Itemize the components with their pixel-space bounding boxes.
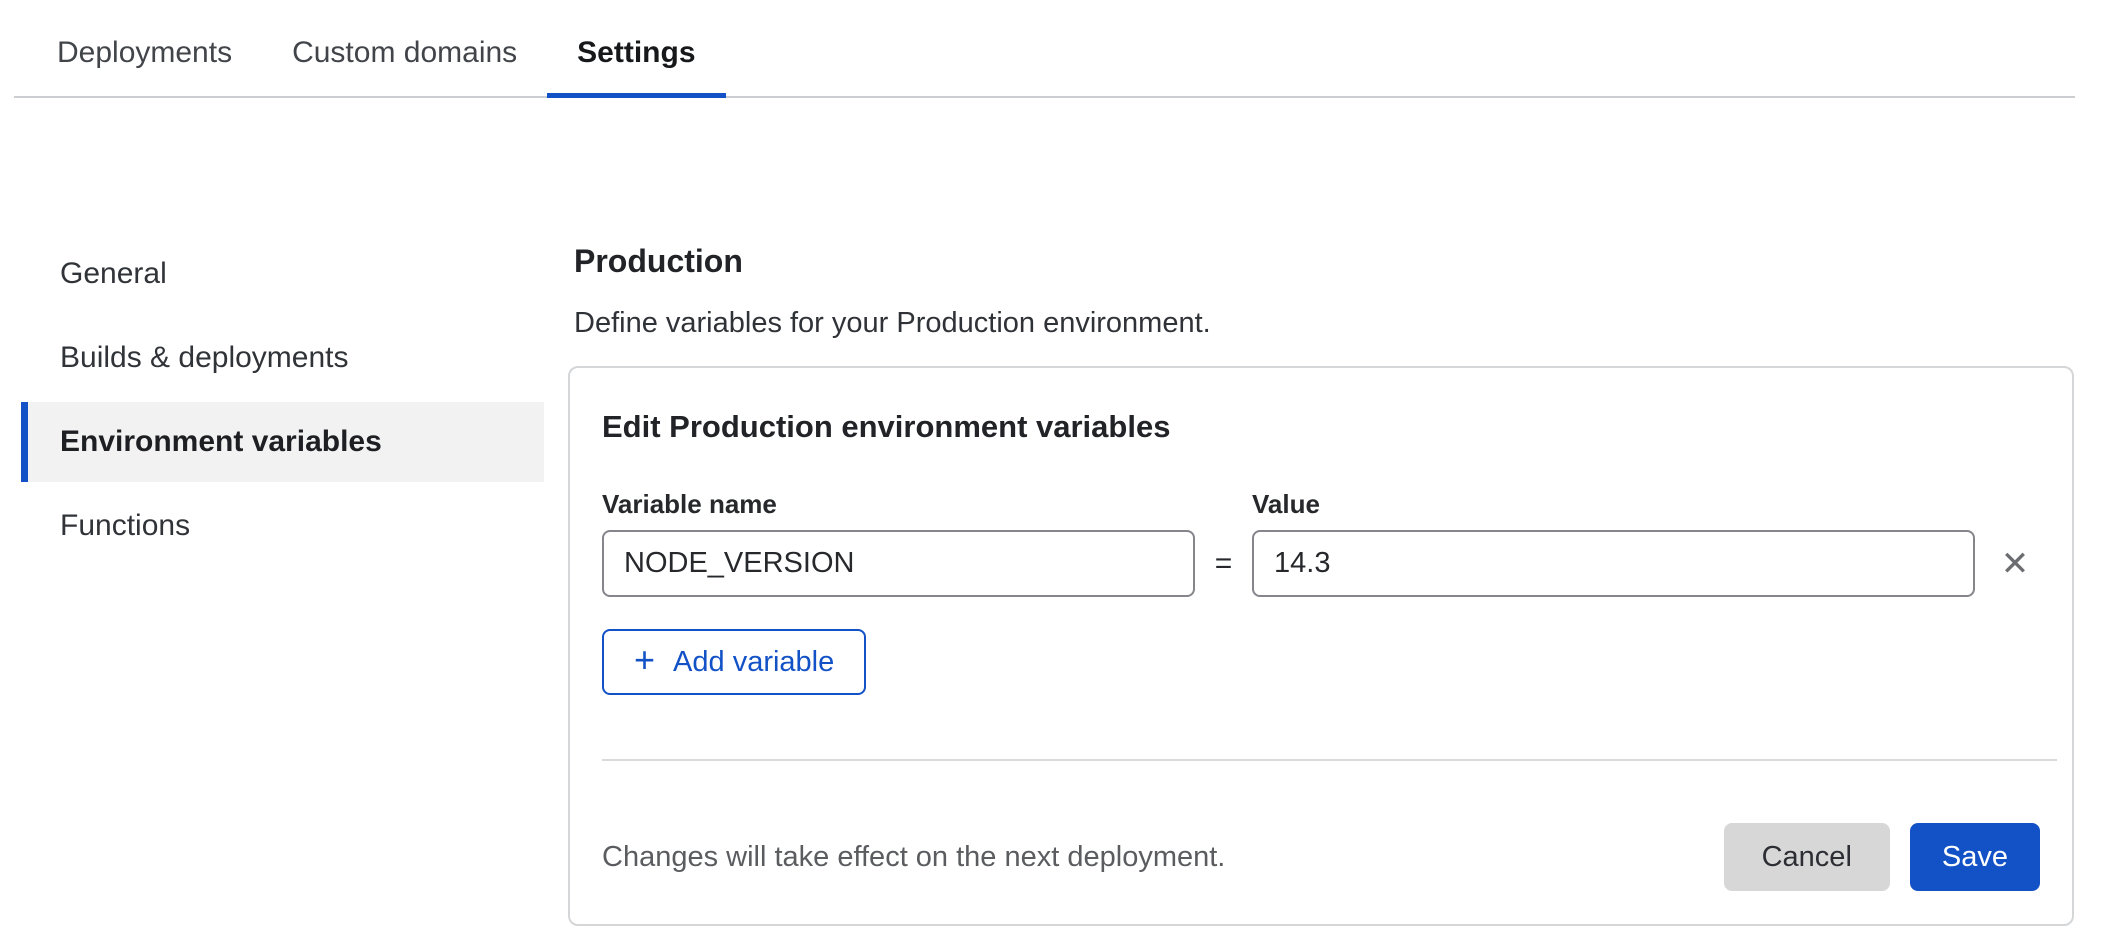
plus-icon: + [634,642,655,678]
variable-name-input[interactable] [602,530,1195,597]
card-footer: Changes will take effect on the next dep… [602,823,2040,891]
card-title: Edit Production environment variables [602,408,2040,446]
tab-settings-label: Settings [577,36,695,70]
field-labels-row: Variable name Value [602,490,2040,518]
equals-sign: = [1195,547,1252,581]
sidebar-item-general[interactable]: General [21,234,544,314]
sidebar-item-environment-variables[interactable]: Environment variables [21,402,544,482]
tab-custom-domains-label: Custom domains [292,36,517,70]
footer-actions: Cancel Save [1724,823,2040,891]
sidebar-item-builds-deployments[interactable]: Builds & deployments [21,318,544,398]
add-variable-label: Add variable [673,646,834,679]
add-variable-button[interactable]: + Add variable [602,629,866,695]
close-icon: ✕ [2001,547,2030,581]
variable-name-label: Variable name [602,490,1252,518]
cancel-button[interactable]: Cancel [1724,823,1890,891]
tab-deployments[interactable]: Deployments [27,0,262,96]
card-divider [602,759,2057,761]
deployment-note: Changes will take effect on the next dep… [602,841,1225,874]
variable-value-input[interactable] [1252,530,1975,597]
section-title: Production [574,242,2074,280]
value-label: Value [1252,490,1320,518]
settings-sidebar: General Builds & deployments Environment… [21,234,544,566]
tab-settings[interactable]: Settings [547,0,725,96]
remove-variable-button[interactable]: ✕ [1990,534,2040,594]
env-vars-card: Edit Production environment variables Va… [568,366,2074,926]
environment-variables-panel: Production Define variables for your Pro… [568,234,2074,926]
variable-row: = ✕ [602,530,2040,597]
tab-deployments-label: Deployments [57,36,232,70]
save-button[interactable]: Save [1910,823,2040,891]
settings-content: General Builds & deployments Environment… [0,234,2121,926]
sidebar-item-functions[interactable]: Functions [21,486,544,566]
section-description: Define variables for your Production env… [574,306,2074,340]
pages-project-settings-page: Deployments Custom domains Settings Gene… [0,0,2121,926]
project-tab-bar: Deployments Custom domains Settings [14,0,2075,98]
tab-custom-domains[interactable]: Custom domains [262,0,547,96]
